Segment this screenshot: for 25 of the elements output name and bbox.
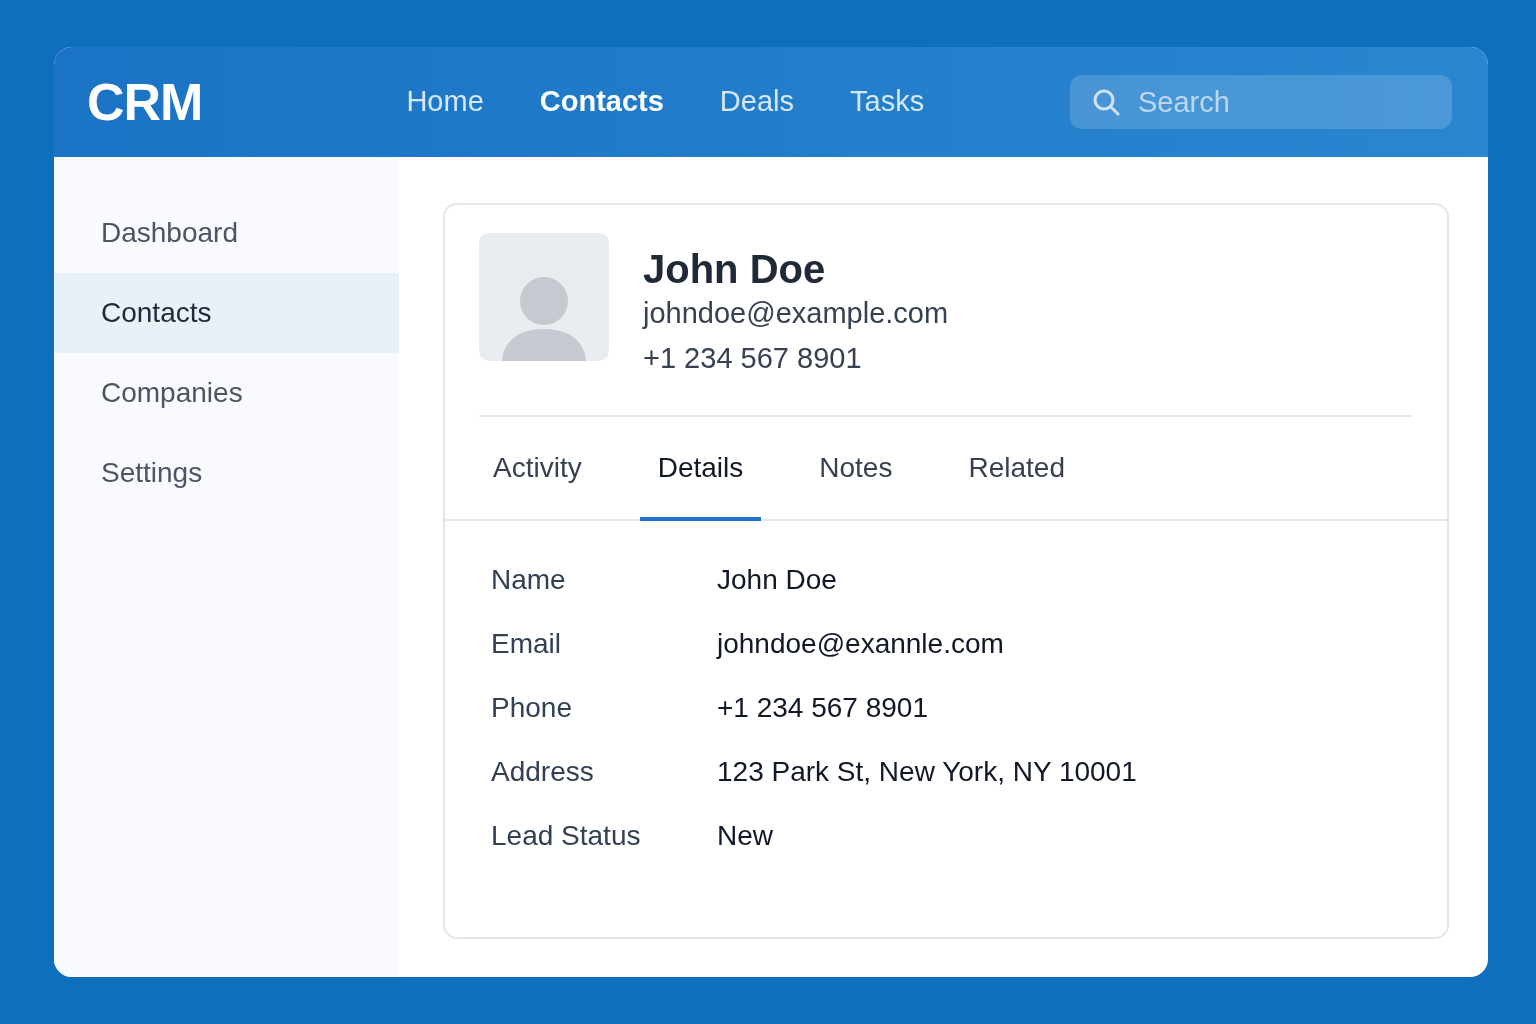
sidebar-item[interactable]: Contacts [54,273,399,353]
contact-phone: +1 234 567 8901 [643,340,863,376]
field-label: Name [491,562,567,597]
search-icon [1092,88,1120,116]
field-value: 123 Park St, New York, NY 10001 [717,754,1138,789]
tab[interactable]: Related [950,416,1083,521]
contact-name: John Doe [643,247,827,291]
field-value: johndoe@exannle.com [717,626,1005,661]
field-label: Email [491,626,562,661]
field-label: Address [491,754,595,789]
sidebar-item[interactable]: Companies [54,353,399,433]
contact-email: johndoe@example.com [643,296,949,331]
nav-link[interactable]: Home [406,80,484,124]
sidebar-item[interactable]: Dashboard [54,193,399,273]
nav-link[interactable]: Contacts [539,80,664,124]
tab[interactable]: Details [639,416,762,521]
field-label: Lead Status [491,818,642,853]
field-value: +1 234 567 8901 [717,690,929,725]
sidebar-item[interactable]: Settings [54,433,399,513]
field-value: John Doe [717,562,838,597]
field-value: New [717,818,774,853]
tab[interactable]: Notes [801,416,911,521]
tab[interactable]: Activity [475,416,600,521]
logo[interactable]: CRM [87,63,203,141]
field-label: Phone [491,690,573,725]
